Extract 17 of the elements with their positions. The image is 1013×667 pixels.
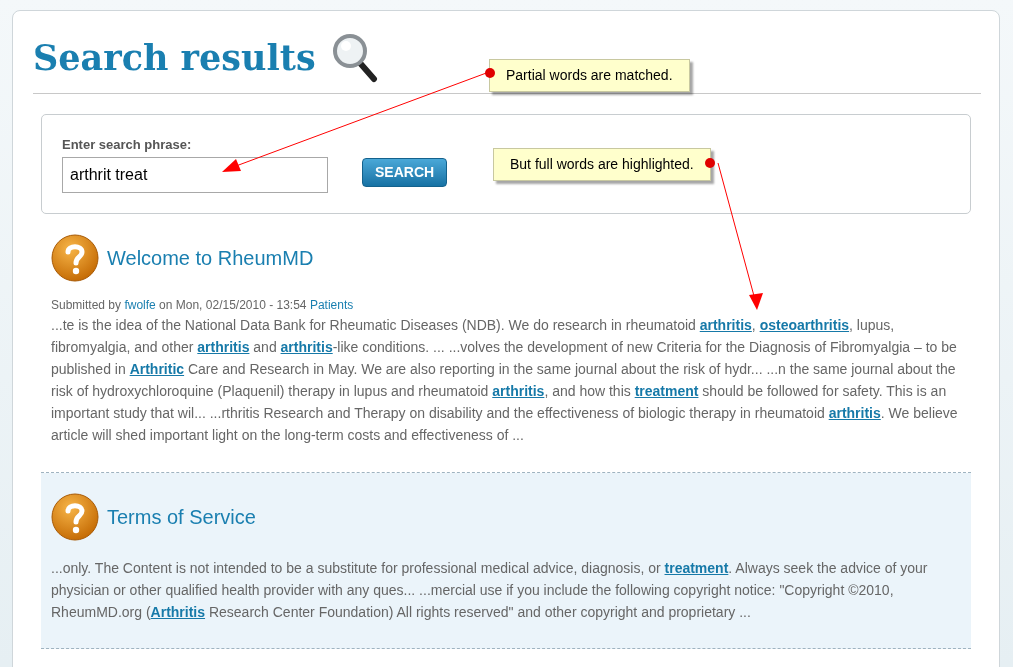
result-snippet: ...te is the idea of the National Data Bank for Rheumatic Diseases (NDB). We do research in rheumatoid arthritis, osteoarthritis, lupus, fibromyalgia, and other arthritis and arthritis-like conditions. ... ...volves the development of new Criteria for the Diagnosis of Fibromyalgia – to be published in Arthritic Care and Research in May. We are also reporting in the same journal about the risk of hydr... ...n the same journal about the risk of hydroxychloroquine (Plaquenil) therapy in lupus and rheumatoid arthritis, and how this treatment should be followed for safety. This is an important study that wil... ...rthritis Research and Therapy on disability and the effectiveness of biologic therapy in rheumatoid arthritis. We believe article will shed important light on the long-term costs and effectiveness of ... <box>51 316 959 445</box>
magnifier-icon <box>331 33 378 83</box>
search-label: Enter search phrase: <box>62 135 193 154</box>
result-title-link[interactable]: Terms of Service <box>107 502 256 532</box>
callout-text: Partial words are matched. <box>506 67 673 83</box>
author-link[interactable]: fwolfe <box>124 298 156 312</box>
callout-text: But full words are highlighted. <box>510 156 694 172</box>
result-snippet: ...only. The Content is not intended to be a substitute for professional medical advice, diagnosis, or treatment. Always seek the advice of your physician or other qualified health provider with any ques... ...mercial use if you include the following copyright notice: "Copyright ©2010, RheumMD.org (Arthritis Research Center Foundation) All rights reserved" and other copyright and proprietary ... <box>51 559 929 622</box>
category-link[interactable]: Patients <box>309 298 354 312</box>
search-button[interactable]: SEARCH <box>362 158 448 187</box>
question-mark-icon <box>51 234 99 282</box>
search-field[interactable]: arthrit treat <box>62 157 328 193</box>
result-title-link[interactable]: Welcome to RheumMD <box>107 243 314 273</box>
post-date: on Mon, 02/15/2010 - 13:54 <box>158 298 308 312</box>
question-mark-icon <box>51 493 99 541</box>
submitted-by-label: Submitted by <box>51 298 123 312</box>
page-title: Search results <box>33 36 316 80</box>
